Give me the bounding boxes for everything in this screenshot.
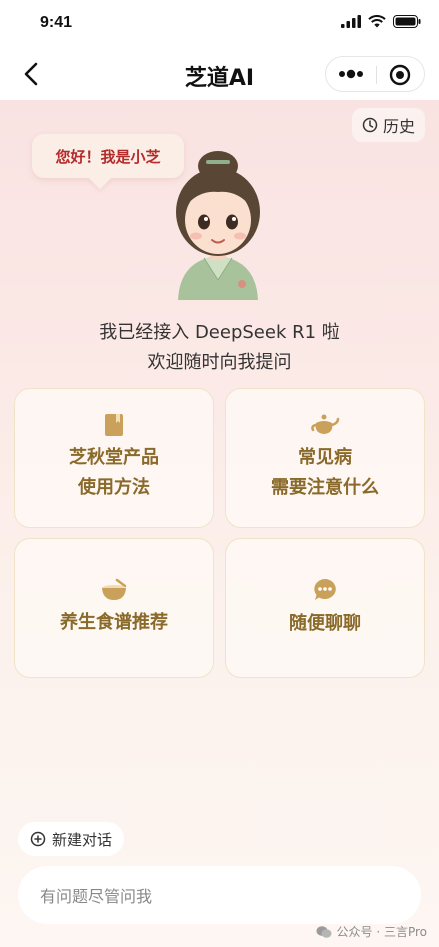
card-casual-chat[interactable]: 随便聊聊 [225, 538, 425, 678]
clock-icon [362, 117, 378, 133]
new-chat-button[interactable]: 新建对话 [18, 822, 125, 856]
nav-bar: 芝道AI [0, 48, 439, 100]
card-subtitle: 使用方法 [78, 477, 150, 498]
card-title: 养生食谱推荐 [60, 612, 168, 633]
card-health-recipes[interactable]: 养生食谱推荐 [14, 538, 214, 678]
chat-input[interactable]: 有问题尽管问我 [18, 866, 421, 924]
close-miniprogram-icon[interactable] [389, 64, 411, 86]
capsule-divider [376, 66, 377, 84]
new-chat-label: 新建对话 [52, 830, 113, 849]
chat-bubble-icon [314, 579, 336, 600]
greeting-text: 您好！我是小芝 [55, 147, 161, 166]
signal-icon [341, 15, 361, 28]
card-title: 芝秋堂产品 [69, 447, 159, 468]
book-icon [105, 414, 123, 436]
teapot-icon [311, 414, 340, 434]
card-title: 随便聊聊 [289, 613, 361, 634]
history-label: 历史 [382, 117, 415, 136]
card-common-illness[interactable]: 常见病 需要注意什么 [225, 388, 425, 528]
history-button[interactable]: 历史 [351, 108, 425, 142]
bowl-icon [102, 578, 127, 600]
intro-line-1: 我已经接入 DeepSeek R1 啦 [99, 322, 340, 343]
wechat-icon [316, 925, 332, 938]
watermark-text: 公众号 · 三言Pro [336, 925, 427, 939]
status-icons [341, 15, 421, 28]
more-icon[interactable] [338, 69, 364, 79]
wifi-icon [368, 15, 386, 28]
card-title: 常见病 [298, 447, 352, 468]
chat-input-placeholder: 有问题尽管问我 [40, 887, 153, 906]
mini-program-capsule [325, 56, 425, 92]
battery-icon [393, 15, 421, 28]
status-time: 9:41 [40, 14, 73, 31]
main-content: 历史 您好！我是小芝 我已经接入 DeepSeek R1 啦 欢迎随时向我提问 [0, 100, 439, 947]
intro-line-2: 欢迎随时向我提问 [147, 352, 292, 373]
card-product-usage[interactable]: 芝秋堂产品 使用方法 [14, 388, 214, 528]
bubble-tail [88, 166, 112, 190]
plus-chat-icon [30, 831, 46, 847]
card-subtitle: 需要注意什么 [271, 477, 379, 498]
assistant-avatar [176, 151, 260, 300]
watermark: 公众号 · 三言Pro [316, 923, 427, 940]
status-bar: 9:41 [0, 0, 439, 48]
